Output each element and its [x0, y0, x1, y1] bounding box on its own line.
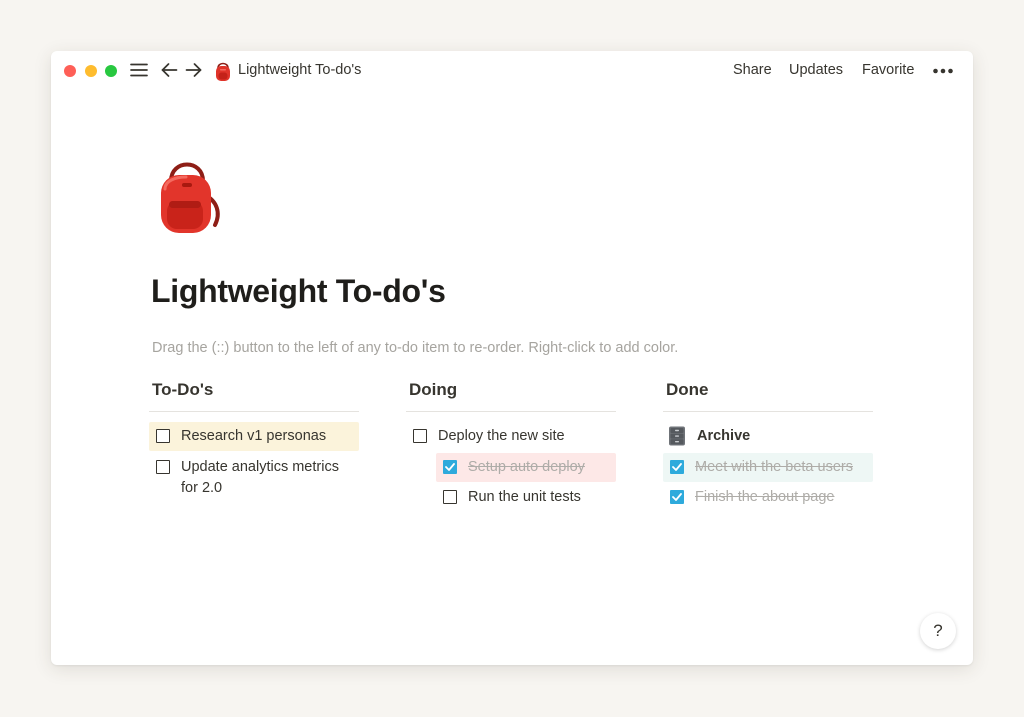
checkmark-icon — [445, 463, 455, 471]
minimize-window-button[interactable] — [85, 65, 97, 77]
column-heading[interactable]: Done — [663, 380, 873, 412]
page-link-label[interactable]: Archive — [697, 426, 869, 447]
todo-label[interactable]: Research v1 personas — [181, 426, 355, 447]
todo-item[interactable]: Deploy the new site — [406, 422, 616, 451]
todo-item[interactable]: Research v1 personas — [149, 422, 359, 451]
todo-item[interactable]: Setup auto deploy — [436, 453, 616, 482]
todo-checkbox[interactable] — [156, 460, 170, 474]
todo-checkbox[interactable] — [413, 429, 427, 443]
todo-label[interactable]: Run the unit tests — [468, 487, 612, 508]
todo-label[interactable]: Meet with the beta users — [695, 457, 869, 478]
updates-button[interactable]: Updates — [789, 62, 843, 78]
page-emoji-backpack-icon[interactable] — [155, 155, 225, 235]
share-button[interactable]: Share — [733, 62, 772, 78]
todo-item[interactable]: Update analytics metrics for 2.0 — [149, 453, 359, 503]
zoom-window-button[interactable] — [105, 65, 117, 77]
file-cabinet-icon — [668, 426, 686, 446]
menu-icon[interactable] — [128, 59, 150, 81]
column-done: Done Archive Meet with the beta users Fi… — [663, 380, 873, 512]
todo-checkbox[interactable] — [443, 490, 457, 504]
todo-item[interactable]: Finish the about page — [663, 483, 873, 512]
todo-label[interactable]: Deploy the new site — [438, 426, 612, 447]
column-heading[interactable]: To-Do's — [149, 380, 359, 412]
archive-page-link[interactable]: Archive — [663, 422, 873, 451]
backpack-icon — [214, 60, 232, 82]
forward-arrow-icon[interactable] — [182, 59, 204, 81]
todo-label[interactable]: Finish the about page — [695, 487, 869, 508]
todo-item[interactable]: Meet with the beta users — [663, 453, 873, 482]
column-doing: Doing Deploy the new site Setup auto dep… — [406, 380, 616, 512]
title-bar: Lightweight To-do's Share Updates Favori… — [51, 51, 973, 91]
column-heading[interactable]: Doing — [406, 380, 616, 412]
todo-label[interactable]: Setup auto deploy — [468, 457, 612, 478]
checkmark-icon — [672, 493, 682, 501]
column-todos: To-Do's Research v1 personas Update anal… — [149, 380, 359, 503]
todo-checkbox-checked[interactable] — [670, 490, 684, 504]
todo-checkbox-checked[interactable] — [443, 460, 457, 474]
breadcrumb-title[interactable]: Lightweight To-do's — [238, 62, 361, 78]
app-window: Lightweight To-do's Share Updates Favori… — [51, 51, 973, 665]
todo-label[interactable]: Update analytics metrics for 2.0 — [181, 457, 355, 499]
help-button[interactable]: ? — [920, 613, 956, 649]
todo-checkbox-checked[interactable] — [670, 460, 684, 474]
page-title[interactable]: Lightweight To-do's — [151, 273, 446, 310]
more-icon[interactable] — [932, 64, 954, 78]
close-window-button[interactable] — [64, 65, 76, 77]
back-arrow-icon[interactable] — [158, 59, 180, 81]
checkmark-icon — [672, 463, 682, 471]
page-hint-text: Drag the (::) button to the left of any … — [152, 340, 679, 356]
todo-item[interactable]: Run the unit tests — [436, 483, 616, 512]
todo-checkbox[interactable] — [156, 429, 170, 443]
favorite-button[interactable]: Favorite — [862, 62, 914, 78]
